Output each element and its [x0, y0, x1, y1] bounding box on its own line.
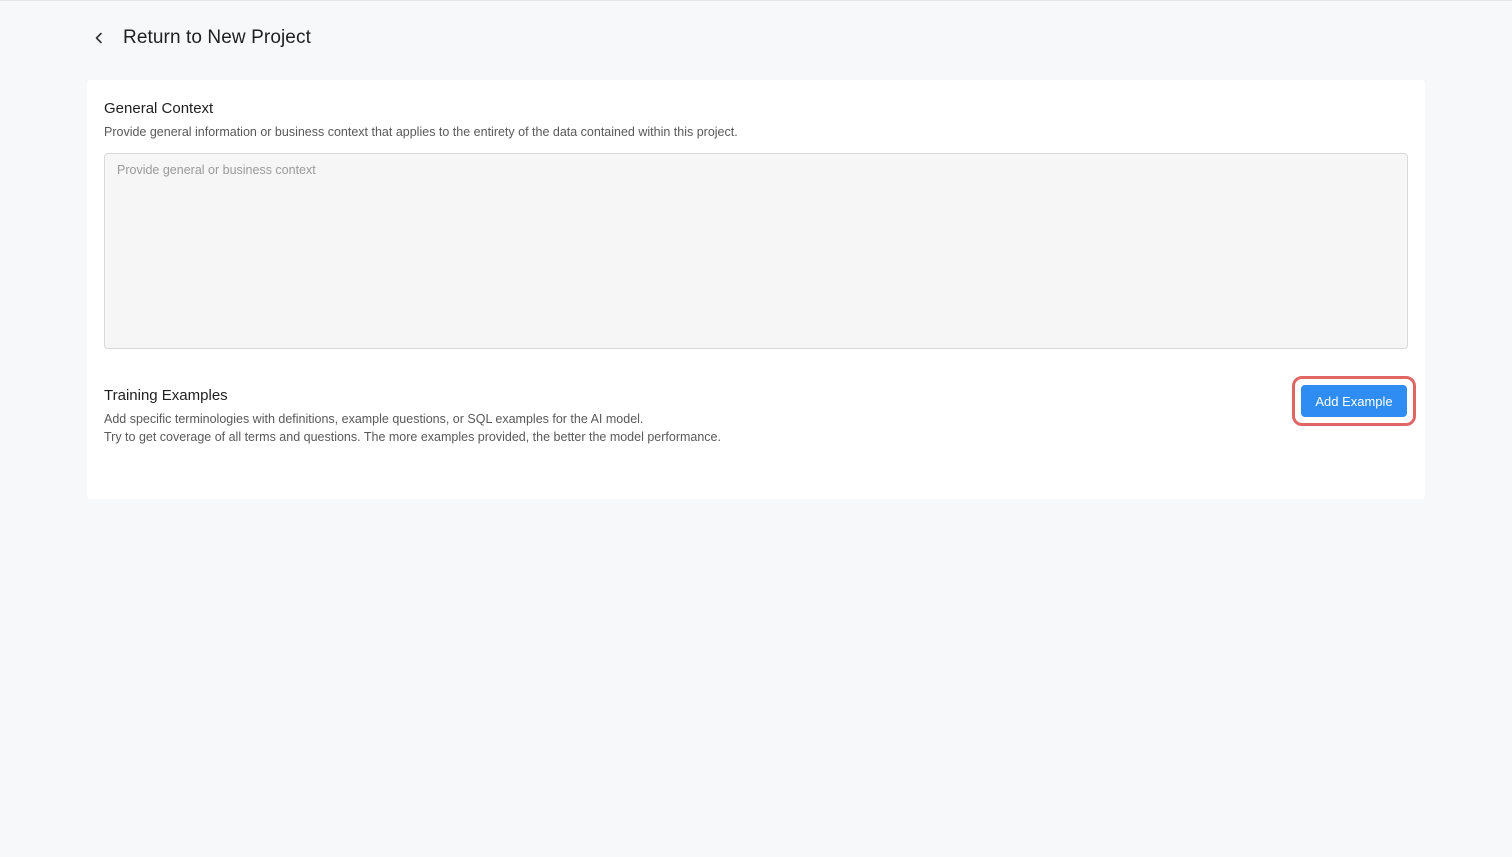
training-examples-title: Training Examples	[104, 387, 228, 404]
add-example-highlight: Add Example	[1292, 376, 1416, 426]
training-examples-description: Add specific terminologies with definiti…	[104, 410, 721, 446]
add-example-button[interactable]: Add Example	[1301, 385, 1407, 417]
training-examples-description-line2: Try to get coverage of all terms and que…	[104, 430, 721, 444]
page-header: Return to New Project	[86, 24, 311, 52]
chevron-left-icon	[95, 32, 102, 44]
general-context-input[interactable]	[104, 153, 1408, 349]
page-title[interactable]: Return to New Project	[123, 27, 311, 49]
top-divider	[0, 0, 1512, 1]
back-button[interactable]	[86, 25, 112, 51]
context-card: General Context Provide general informat…	[87, 80, 1425, 499]
general-context-description: Provide general information or business …	[104, 125, 738, 139]
training-examples-description-line1: Add specific terminologies with definiti…	[104, 412, 644, 426]
general-context-title: General Context	[104, 100, 214, 117]
